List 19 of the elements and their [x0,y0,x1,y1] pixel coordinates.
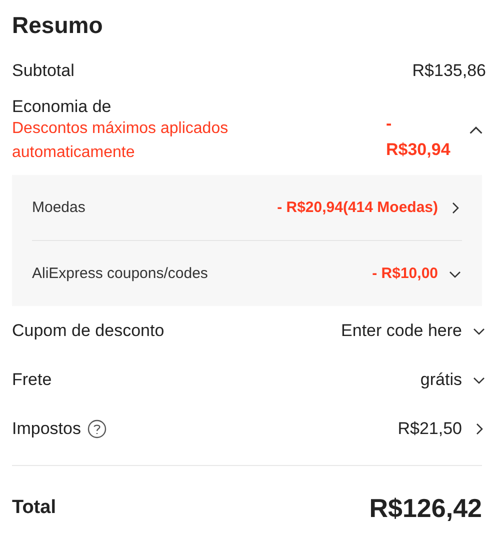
total-label: Total [12,497,56,519]
summary-label: Impostos [12,418,81,438]
subtotal-label: Subtotal [12,60,74,80]
savings-label: Economia de [12,97,112,117]
discount-value: - R$20,94(414 Moedas) [277,199,438,216]
summary-value[interactable]: Enter code here [341,320,462,340]
savings-note: Descontos máximos aplicados automaticamente [12,119,230,163]
summary-label: Frete [12,370,52,390]
help-icon[interactable] [86,418,107,438]
summary-value[interactable]: grátis [420,370,462,390]
savings-value: - R$30,94 [386,113,452,161]
discount-value: - R$10,00 [372,265,438,282]
summary-label: Cupom de desconto [12,320,164,340]
total-value: R$126,42 [369,492,482,524]
summary-title: Resumo [12,12,104,40]
discount-label: Moedas [32,199,86,216]
summary-value[interactable]: R$21,50 [398,418,462,438]
discount-label: AliExpress coupons/codes [32,265,208,282]
subtotal-value: R$135,86 [412,60,486,80]
